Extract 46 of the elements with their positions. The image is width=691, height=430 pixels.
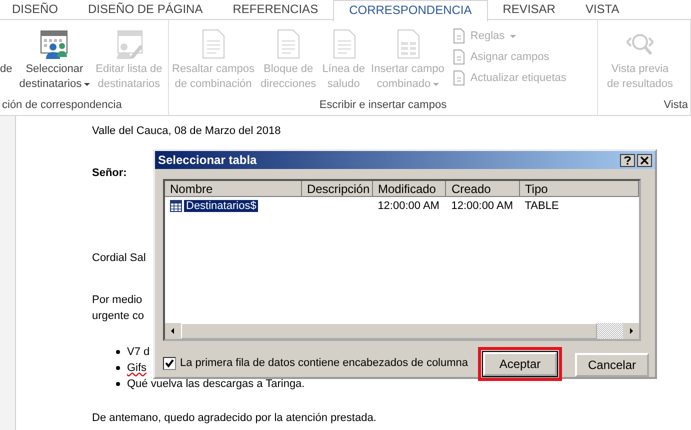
checkbox[interactable] [163,356,176,370]
table-cell: 12:00:00 AM [451,200,514,212]
ribbon-button[interactable]: de [0,28,16,77]
ribbon-tab[interactable]: DISEÑO [0,0,74,19]
ribbon-tab[interactable]: REFERENCIAS [218,0,334,19]
column-header[interactable]: Modificado [372,181,446,197]
column-header[interactable]: Creado [446,181,520,197]
paragraph: Cordial Sal [92,251,147,266]
group-label: ción de correspondencia [1,99,123,113]
group-label: Escribir e insertar campos [318,99,448,113]
dialog-button[interactable]: Aceptar [483,352,557,376]
checkbox-label[interactable]: La primera fila de datos contiene encabezados de columna [180,357,468,369]
list-item: Qué vuelva las descargas a Taringa. [127,377,305,392]
group-label: Vista [662,99,689,113]
help-icon[interactable] [620,154,635,166]
table-name[interactable]: Destinatarios$ [184,200,258,212]
paragraph: Por medio urgente co [92,293,145,324]
caret-icon [432,82,439,86]
bullet-icon [116,382,120,386]
ribbon-tab[interactable]: REVISAR [488,0,570,19]
column-header[interactable]: Tipo [520,181,640,197]
paragraph: Valle del Cauca, 08 de Marzo del 2018 [92,124,282,139]
small-document-icon [451,49,468,65]
ribbon-button[interactable]: Seleccionar destinatarios [16,28,93,92]
dialog-title: Seleccionar tabla [158,153,257,167]
bullet-icon [116,350,120,354]
ribbon-tab[interactable]: DISEÑO DE PÁGINA [73,0,218,19]
column-header[interactable]: Descripción [302,181,373,197]
recipients-icon [38,28,70,60]
close-icon[interactable] [637,154,652,166]
table-cell: TABLE [524,200,559,212]
ribbon-tab[interactable]: CORRESPONDENCIA [333,0,488,22]
list-item: Gifs [127,361,147,376]
bullet-icon [116,366,120,370]
paragraph: De antemano, quedo agradecido por la atención prestada. [92,411,378,426]
caret-icon [84,82,90,86]
table-icon [170,200,182,212]
list-item: V7 d [127,345,150,360]
paragraph: Señor: [92,166,128,181]
ribbon-tab[interactable]: VISTA [570,0,634,19]
table-cell: 12:00:00 AM [378,200,440,212]
small-document-icon [451,70,468,86]
column-header[interactable]: Nombre [165,181,302,197]
caret-icon [510,34,516,38]
small-document-icon [451,28,468,44]
dialog-button[interactable]: Cancelar [575,353,649,377]
